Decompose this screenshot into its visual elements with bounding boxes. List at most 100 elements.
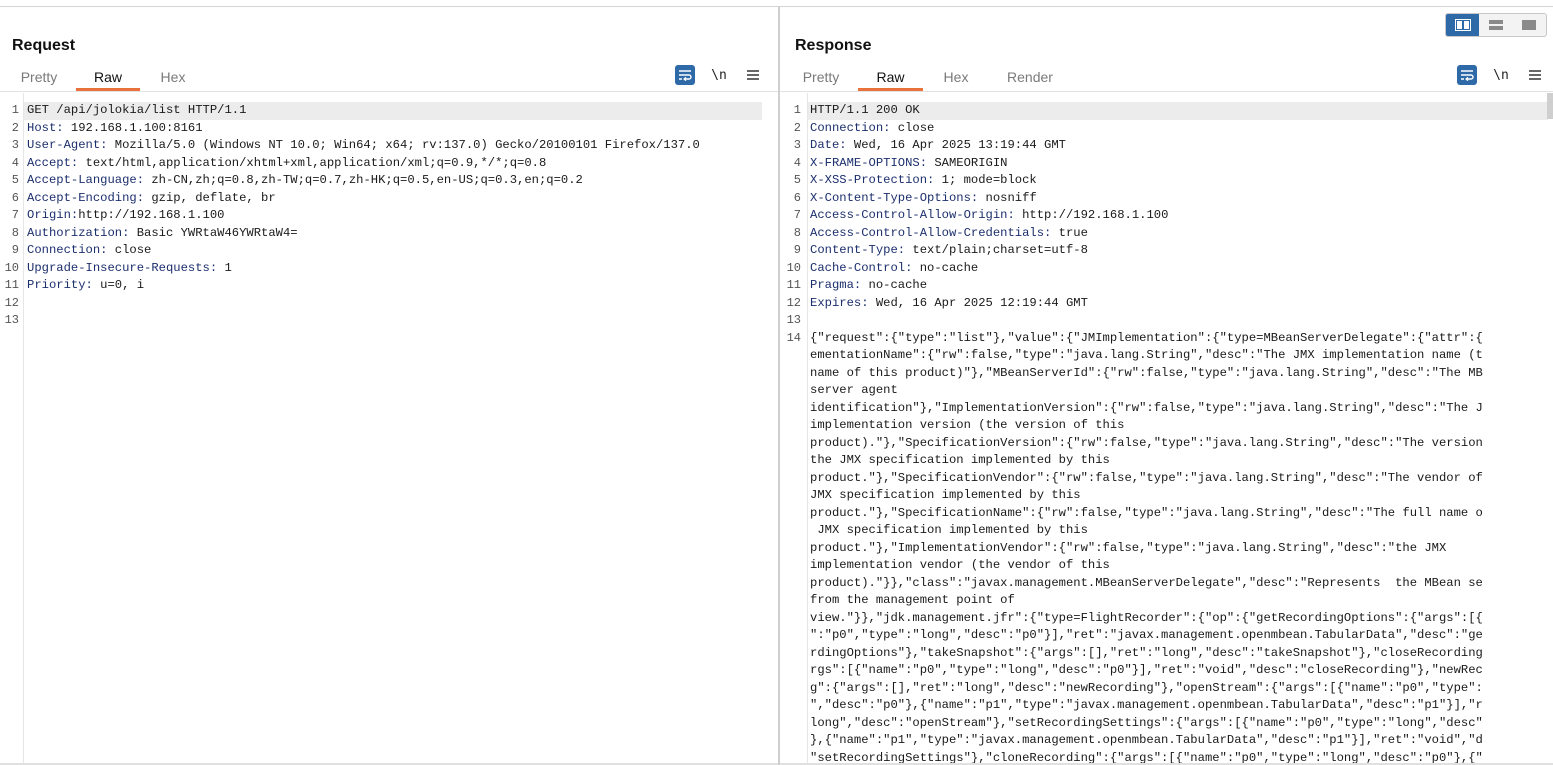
line-text: Connection: close [27, 242, 151, 260]
line-number: 3 [793, 138, 801, 152]
header-value: close [107, 243, 152, 257]
request-tab-hex[interactable]: Hex [154, 67, 192, 91]
request-editor[interactable]: 1 GET /api/jolokia/list HTTP/1.1 2 Host: 19… [0, 93, 778, 765]
response-tab-hex[interactable]: Hex [937, 67, 975, 91]
newline-icon[interactable]: \n [709, 65, 729, 85]
wrap-lines-icon[interactable] [1457, 65, 1477, 85]
response-body-line: from the management point of [810, 593, 1015, 607]
header-value: 192.168.1.100:8161 [63, 120, 203, 135]
response-editor[interactable]: 1 HTTP/1.1 200 OK 2 Connection: close 3 Date:… [780, 93, 1553, 765]
line-text: Expires: Wed, 16 Apr 2025 12:19:44 GMT [810, 295, 1088, 313]
response-body-line: the JMX specification implemented by thi… [810, 453, 1110, 467]
header-value: SAMEORIGIN [927, 155, 1008, 170]
response-body-line: product)."},"SpecificationVersion":{"rw"… [810, 435, 1483, 450]
line-text: Origin:http://192.168.1.100 [27, 207, 224, 225]
header-value: Basic YWRtaW46YWRtaW4= [129, 225, 298, 240]
line-number: 12 [4, 295, 19, 310]
header-name: Priority: [27, 278, 93, 292]
header-name: Connection: [27, 243, 108, 257]
header-value: no-cache [912, 260, 979, 275]
header-value: zh-CN,zh;q=0.8,zh-TW;q=0.7,zh-HK;q=0.5,e… [144, 173, 583, 187]
line-text: Host: 192.168.1.100:8161 [27, 120, 203, 138]
line-number: 11 [786, 278, 801, 292]
wrap-lines-icon[interactable] [675, 65, 695, 85]
line-number: 1 [793, 103, 801, 117]
header-name: Authorization: [27, 225, 130, 240]
line-number: 2 [11, 120, 19, 135]
header-value: Mozilla/5.0 (Windows NT 10.0; Win64; x64… [107, 138, 700, 152]
header-name: Pragma: [810, 278, 862, 292]
response-body-line: long","desc":"openStream"},"setRecording… [810, 715, 1483, 730]
header-name: Upgrade-Insecure-Requests: [27, 260, 218, 275]
response-body-line: implementation vendor (the vendor of thi… [810, 558, 1110, 572]
response-title: Response [795, 37, 872, 54]
response-tabs-separator [780, 91, 1553, 92]
line-number: 5 [793, 173, 801, 187]
menu-icon[interactable] [1525, 65, 1545, 85]
line-text: Pragma: no-cache [810, 277, 927, 295]
header-name: Accept: [27, 155, 79, 170]
line-text: X-XSS-Protection: 1; mode=block [810, 172, 1037, 190]
request-toolbar: \n [675, 65, 763, 85]
header-value: http://192.168.1.100 [78, 208, 225, 222]
header-value: 1; mode=block [934, 173, 1037, 187]
header-name: Accept-Encoding: [27, 190, 145, 205]
response-body-line: rgs":[{"name":"p0","type":"long","desc":… [810, 663, 1483, 677]
line-number: 10 [4, 260, 19, 275]
response-body-line: identification"},"ImplementationVersion"… [810, 400, 1483, 415]
request-tab-raw[interactable]: Raw [76, 67, 140, 91]
response-body-line: rdingOptions"},"takeSnapshot":{"args":[]… [810, 645, 1483, 660]
header-value: true [1051, 225, 1088, 240]
header-value: no-cache [861, 278, 928, 292]
line-number: 12 [786, 295, 801, 310]
response-body-line: name of this product)"},"MBeanServerId":… [810, 365, 1483, 380]
response-body-line: server agent [810, 383, 898, 397]
line-number: 13 [4, 313, 19, 327]
line-text: User-Agent: Mozilla/5.0 (Windows NT 10.0… [27, 137, 700, 155]
line-number: 8 [793, 225, 801, 240]
line-number: 4 [793, 155, 801, 170]
header-name: Content-Type: [810, 243, 906, 257]
header-value: http://192.168.1.100 [1014, 208, 1169, 222]
header-value: text/plain;charset=utf-8 [905, 243, 1088, 257]
response-body-line: ementationName":{"rw":false,"type":"java… [810, 348, 1483, 362]
response-vertical-scrollbar[interactable] [1547, 93, 1553, 119]
newline-icon[interactable]: \n [1491, 65, 1511, 85]
line-number: 1 [11, 103, 19, 117]
response-tab-pretty[interactable]: Pretty [801, 67, 841, 91]
line-number: 11 [4, 278, 19, 292]
response-body-line: JMX specification implemented by this [810, 523, 1088, 537]
header-value: u=0, i [92, 278, 145, 292]
response-body-line: product)."}},"class":"javax.management.M… [810, 575, 1483, 590]
line-number: 9 [11, 243, 19, 257]
header-name: X-Content-Type-Options: [810, 190, 979, 205]
request-panel: Request Pretty Raw Hex \n 1 GET /api/jolo… [0, 7, 778, 765]
header-name: Date: [810, 138, 847, 152]
line-text: Content-Type: text/plain;charset=utf-8 [810, 242, 1088, 260]
response-body-line: product."},"ImplementationVendor":{"rw":… [810, 540, 1447, 555]
response-body-line: view."}},"jdk.management.jfr":{"type=Fli… [810, 610, 1483, 625]
line-number: 3 [11, 138, 19, 152]
line-text: Accept: text/html,application/xhtml+xml,… [27, 155, 546, 173]
response-tab-raw[interactable]: Raw [858, 67, 923, 91]
line-text: Accept-Encoding: gzip, deflate, br [27, 190, 276, 208]
line-text: GET /api/jolokia/list HTTP/1.1 [27, 102, 246, 120]
response-body-line: {"request":{"type":"list"},"value":{"JMI… [810, 330, 1483, 345]
response-body-line: },{"name":"p1","type":"javax.management.… [810, 733, 1483, 747]
header-name: Expires: [810, 295, 869, 310]
response-tab-render[interactable]: Render [1002, 67, 1058, 91]
menu-icon[interactable] [743, 65, 763, 85]
line-number: 5 [11, 173, 19, 187]
line-text: HTTP/1.1 200 OK [810, 102, 920, 120]
line-text: Access-Control-Allow-Credentials: true [810, 225, 1088, 243]
header-value: Wed, 16 Apr 2025 12:19:44 GMT [868, 295, 1088, 310]
response-body-line: JMX specification implemented by this [810, 488, 1081, 502]
header-name: Access-Control-Allow-Credentials: [810, 225, 1052, 240]
header-value: GET /api/jolokia/list HTTP/1.1 [27, 103, 247, 117]
line-text: X-Content-Type-Options: nosniff [810, 190, 1037, 208]
response-body-line: product."},"SpecificationVendor":{"rw":f… [810, 470, 1483, 485]
request-tab-pretty[interactable]: Pretty [19, 67, 59, 91]
response-panel: Response Pretty Raw Hex Render \n 1 HTTP/… [780, 7, 1553, 765]
header-value: gzip, deflate, br [144, 190, 276, 205]
header-name: Connection: [810, 120, 891, 135]
